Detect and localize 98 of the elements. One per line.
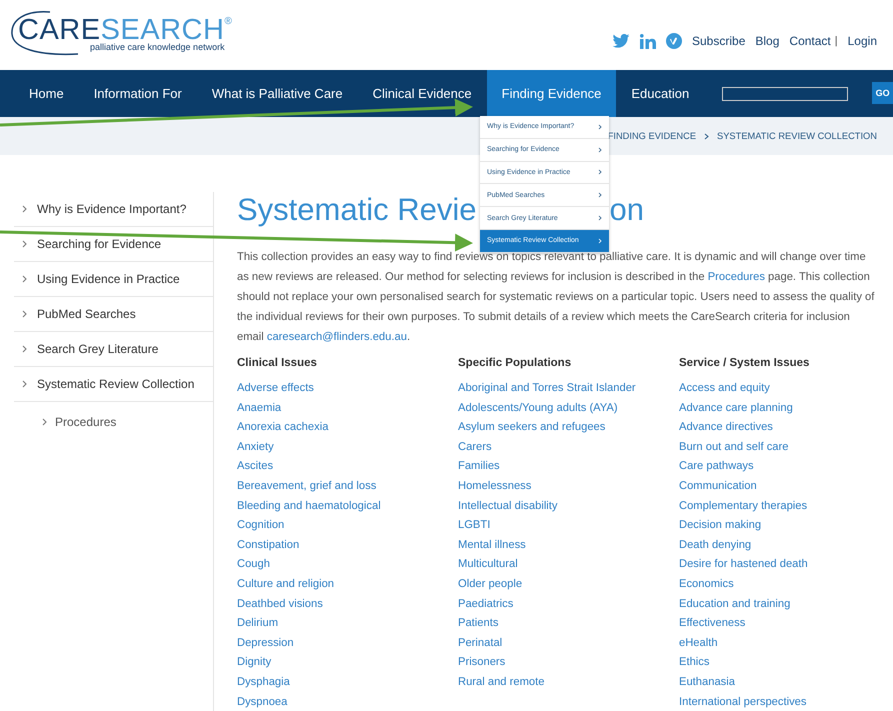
topic-link[interactable]: Rural and remote bbox=[458, 672, 544, 692]
chevron-icon bbox=[22, 310, 27, 318]
topic-link[interactable]: Bleeding and haematological bbox=[237, 496, 381, 516]
topic-link[interactable]: Cough bbox=[237, 555, 270, 575]
topic-link[interactable]: Adolescents/Young adults (AYA) bbox=[458, 398, 618, 418]
topic-link[interactable]: Intellectual disability bbox=[458, 496, 558, 516]
topic-link[interactable]: Ethics bbox=[679, 653, 710, 673]
topic-link[interactable]: Deathbed visions bbox=[237, 594, 323, 614]
chevron-icon bbox=[598, 215, 602, 222]
topic-link[interactable]: Culture and religion bbox=[237, 574, 334, 595]
topic-link[interactable]: Anxiety bbox=[237, 438, 274, 458]
topic-link[interactable]: Communication bbox=[679, 476, 757, 497]
search-field[interactable] bbox=[722, 87, 848, 101]
nav-tab[interactable]: What is Palliative Care bbox=[196, 70, 358, 117]
sidebar-item[interactable]: Searching for Evidence bbox=[14, 227, 213, 262]
chevron-icon bbox=[598, 146, 602, 153]
topic-link[interactable]: eHealth bbox=[679, 634, 718, 654]
topic-link[interactable]: Depression bbox=[237, 634, 294, 654]
topic-link[interactable]: Dysphagia bbox=[237, 672, 290, 692]
chevron-icon bbox=[22, 345, 27, 353]
chevron-icon bbox=[22, 205, 27, 213]
go-button[interactable]: GO bbox=[872, 82, 893, 104]
page-title: on bbox=[609, 192, 644, 228]
sidebar-item[interactable]: Using Evidence in Practice bbox=[14, 262, 213, 297]
topic-link[interactable]: Families bbox=[458, 457, 500, 477]
sidebar-item[interactable]: PubMed Searches bbox=[14, 297, 213, 332]
topic-link[interactable]: Asylum seekers and refugees bbox=[458, 418, 606, 438]
chevron-icon bbox=[598, 124, 602, 130]
topic-link[interactable]: Decision making bbox=[679, 516, 762, 536]
topic-link[interactable]: Paediatrics bbox=[458, 594, 514, 614]
topic-link[interactable]: Euthanasia bbox=[679, 672, 735, 692]
column-heading: Clinical Issues bbox=[237, 356, 318, 371]
topic-link[interactable]: Bereavement, grief and loss bbox=[237, 476, 376, 497]
chevron-icon bbox=[22, 240, 27, 248]
header-link[interactable]: Contact bbox=[789, 34, 831, 48]
nav-tab[interactable]: Education bbox=[616, 70, 704, 117]
column-heading: Specific Populations bbox=[458, 356, 572, 371]
column-heading: Service / System Issues bbox=[679, 356, 810, 371]
intro-paragraph: This collection provides an easy way to find reviews on topics relevant to palliative care. It is dynamic and will change over time as new reviews are released. Our method for selecting reviews for inclusion is described in the Procedures page. This collection should not replace your own personalised search for systematic reviews on a particular topic. Users need to assess the quality of the individual reviews for their own purposes. To submit details of a review which meets the CareSearch criteria for inclusion email caresearch@flinders.edu.au. bbox=[237, 250, 876, 345]
link-separator: | bbox=[834, 35, 838, 47]
topic-link[interactable]: LGBTI bbox=[458, 516, 490, 536]
topic-link[interactable]: Aboriginal and Torres Strait Islander bbox=[458, 379, 636, 399]
email-link[interactable]: caresearch@flinders.edu.au bbox=[266, 331, 407, 343]
nav-tab[interactable]: Home bbox=[14, 70, 79, 117]
topic-link[interactable]: Mental illness bbox=[458, 536, 526, 556]
chevron-icon bbox=[22, 380, 27, 388]
topic-link[interactable]: Desire for hastened death bbox=[679, 555, 808, 575]
topic-link[interactable]: Access and equity bbox=[679, 379, 770, 399]
sidebar-subitem[interactable]: Procedures bbox=[14, 402, 213, 442]
linkedin-icon[interactable] bbox=[640, 34, 656, 48]
chevron-icon bbox=[22, 275, 27, 283]
header-link[interactable]: Subscribe bbox=[692, 34, 746, 48]
topic-link[interactable]: Dignity bbox=[237, 653, 272, 673]
topic-link[interactable]: Homelessness bbox=[458, 476, 532, 497]
nav-tab[interactable]: Finding Evidence bbox=[486, 70, 616, 117]
header-link[interactable]: Login bbox=[848, 34, 877, 48]
topic-link[interactable]: Delirium bbox=[237, 614, 278, 634]
page-title: Systematic Revie bbox=[237, 192, 476, 228]
topic-link[interactable]: Care pathways bbox=[679, 457, 754, 477]
procedures-link[interactable]: Procedures bbox=[708, 271, 765, 283]
chevron-icon bbox=[42, 418, 47, 426]
breadcrumb-separator-icon bbox=[704, 132, 710, 140]
chevron-icon bbox=[598, 192, 602, 198]
header-link[interactable]: Blog bbox=[755, 34, 780, 48]
topic-link[interactable]: Anorexia cachexia bbox=[237, 418, 328, 438]
topic-link[interactable]: Ascites bbox=[237, 457, 274, 477]
sidebar-item[interactable]: Why is Evidence Important? bbox=[14, 192, 213, 227]
sidebar-item[interactable]: Search Grey Literature bbox=[14, 332, 213, 367]
topic-link[interactable]: International perspectives bbox=[679, 692, 806, 711]
topic-link[interactable]: Death denying bbox=[679, 536, 752, 556]
topic-link[interactable]: Cognition bbox=[237, 516, 284, 536]
chevron-icon bbox=[598, 169, 602, 176]
nav-tab[interactable]: Information For bbox=[78, 70, 197, 117]
topic-link[interactable]: Patients bbox=[458, 614, 498, 634]
bird-icon[interactable] bbox=[612, 34, 630, 48]
topic-link[interactable]: Perinatal bbox=[458, 634, 502, 654]
topic-link[interactable]: Constipation bbox=[237, 536, 300, 556]
logo[interactable]: CARESEARCH® palliative care knowledge network bbox=[14, 16, 248, 56]
topic-link[interactable]: Adverse effects bbox=[237, 379, 314, 399]
topic-link[interactable]: Anaemia bbox=[237, 398, 282, 418]
topic-link[interactable]: Education and training bbox=[679, 594, 790, 614]
vimeo-icon[interactable] bbox=[666, 33, 682, 49]
topic-link[interactable]: Carers bbox=[458, 438, 492, 458]
topic-link[interactable]: Multicultural bbox=[458, 555, 518, 575]
topic-link[interactable]: Prisoners bbox=[458, 653, 506, 673]
topic-link[interactable]: Advance directives bbox=[679, 418, 773, 438]
topic-link[interactable]: Economics bbox=[679, 574, 734, 595]
topic-link[interactable]: Burn out and self care bbox=[679, 438, 788, 458]
chevron-icon bbox=[598, 238, 602, 244]
breadcrumb-item: SYSTEMATIC REVIEW COLLECTION bbox=[717, 131, 877, 141]
breadcrumb-item: FINDING EVIDENCE bbox=[608, 131, 696, 141]
topic-link[interactable]: Dyspnoea bbox=[237, 692, 288, 711]
sidebar-item[interactable]: Systematic Review Collection bbox=[14, 367, 213, 402]
nav-tab[interactable]: Clinical Evidence bbox=[358, 70, 487, 117]
topic-link[interactable]: Effectiveness bbox=[679, 614, 746, 634]
topic-link[interactable]: Older people bbox=[458, 574, 522, 595]
topic-link[interactable]: Advance care planning bbox=[679, 398, 793, 418]
topic-link[interactable]: Complementary therapies bbox=[679, 496, 808, 516]
